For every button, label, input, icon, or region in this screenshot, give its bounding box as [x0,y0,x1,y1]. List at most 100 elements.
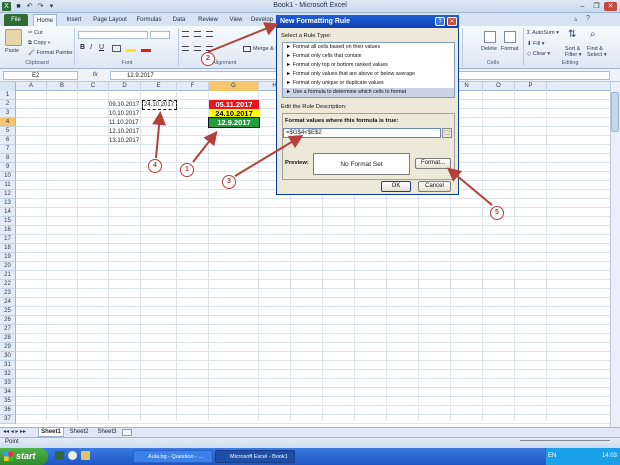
row-header-19[interactable]: 19 [0,253,16,262]
cell-d5[interactable]: 12.10.2017 [109,128,139,136]
ok-button[interactable]: OK [381,181,411,192]
underline-icon[interactable]: U [99,44,104,51]
font-size-combo[interactable] [150,31,170,39]
collapse-dialog-icon[interactable]: ⬚ [442,128,452,138]
merge-icon[interactable] [243,46,251,52]
tab-view[interactable]: View [225,14,247,26]
column-header-g[interactable]: G [209,82,259,91]
row-header-3[interactable]: 3 [0,109,16,118]
row-header-36[interactable]: 36 [0,406,16,415]
cell-d4[interactable]: 11.10.2017 [109,119,139,127]
row-header-11[interactable]: 11 [0,181,16,190]
find-select-button[interactable]: Find & Select ▾ [587,46,609,58]
select-all-corner[interactable] [0,82,16,91]
tab-formulas[interactable]: Formulas [134,14,164,26]
format-button[interactable]: Format [501,46,518,52]
row-header-37[interactable]: 37 [0,415,16,424]
tab-developer[interactable]: Develop [251,14,277,26]
align-right-icon[interactable] [206,46,213,51]
taskbar-task-chrome[interactable]: Aula.bg - Question - ... [133,450,213,463]
row-header-5[interactable]: 5 [0,127,16,136]
cancel-button[interactable]: Cancel [418,181,451,192]
column-header-c[interactable]: C [78,82,109,91]
minimize-icon[interactable]: – [576,2,589,11]
column-header-p[interactable]: P [515,82,547,91]
row-header-28[interactable]: 28 [0,334,16,343]
column-header-b[interactable]: B [47,82,78,91]
autosum-button[interactable]: Σ AutoSum ▾ [527,30,559,36]
sort-filter-icon[interactable]: ⇅ [568,29,576,40]
cell-d3[interactable]: 10.10.2017 [109,110,139,118]
row-header-29[interactable]: 29 [0,343,16,352]
fill-color-icon[interactable] [126,49,136,52]
row-header-20[interactable]: 20 [0,262,16,271]
close-icon[interactable]: ✕ [604,2,617,11]
ribbon-minimize-icon[interactable]: ▵ [574,15,578,23]
column-header-d[interactable]: D [109,82,141,91]
cell-g2[interactable]: 05.11.2017 [209,100,259,109]
row-header-18[interactable]: 18 [0,244,16,253]
tab-file[interactable]: File [4,14,28,26]
row-header-16[interactable]: 16 [0,226,16,235]
column-header-e[interactable]: E [141,82,177,91]
sheet-tab-2[interactable]: Sheet2 [66,428,92,437]
row-header-23[interactable]: 23 [0,289,16,298]
language-indicator[interactable]: EN [548,453,556,459]
row-header-33[interactable]: 33 [0,379,16,388]
paste-icon[interactable] [5,29,22,46]
find-select-icon[interactable]: ⌕ [590,29,596,40]
align-bottom-icon[interactable] [206,31,213,37]
cell-g3[interactable]: 24.10.2017 [209,109,259,118]
column-header-f[interactable]: F [177,82,209,91]
tab-review[interactable]: Review [195,14,221,26]
dialog-help-button[interactable]: ? [435,17,445,26]
row-header-8[interactable]: 8 [0,154,16,163]
fx-icon[interactable]: fx [93,72,98,78]
sort-filter-button[interactable]: Sort & Filter ▾ [565,46,585,58]
column-header-o[interactable]: O [483,82,515,91]
delete-button[interactable]: Delete [481,46,497,52]
sheet-tab-1[interactable]: Sheet1 [38,428,64,437]
row-header-12[interactable]: 12 [0,190,16,199]
paste-button[interactable]: Paste [5,48,19,54]
align-left-icon[interactable] [182,46,189,51]
row-header-22[interactable]: 22 [0,280,16,289]
tab-insert[interactable]: Insert [62,14,86,26]
row-header-31[interactable]: 31 [0,361,16,370]
rule-type-item[interactable]: ► Format only top or bottom ranked value… [283,61,454,70]
row-header-32[interactable]: 32 [0,370,16,379]
font-name-combo[interactable] [78,31,148,39]
format-dialog-button[interactable]: Format... [415,158,451,169]
row-header-21[interactable]: 21 [0,271,16,280]
row-header-7[interactable]: 7 [0,145,16,154]
row-header-4[interactable]: 4 [0,118,16,127]
row-header-25[interactable]: 25 [0,307,16,316]
delete-cells-icon[interactable] [484,31,496,43]
format-cells-icon[interactable] [504,31,516,43]
align-top-icon[interactable] [182,31,189,37]
cell-d6[interactable]: 13.10.2017 [109,137,139,145]
cell-d2[interactable]: 09.10.2017 [109,101,139,109]
row-header-2[interactable]: 2 [0,100,16,109]
help-icon[interactable]: ? [586,15,590,22]
sheet-nav-icon[interactable]: ◂◂ ◂ ▸ ▸▸ [3,428,26,435]
tab-page-layout[interactable]: Page Layout [91,14,129,26]
row-header-30[interactable]: 30 [0,352,16,361]
rule-type-item[interactable]: ► Format only cells that contain [283,52,454,61]
row-header-17[interactable]: 17 [0,235,16,244]
row-header-35[interactable]: 35 [0,397,16,406]
row-header-9[interactable]: 9 [0,163,16,172]
row-header-10[interactable]: 10 [0,172,16,181]
name-box[interactable]: E2 [3,71,78,80]
rule-type-item[interactable]: ► Format all cells based on their values [283,43,454,52]
rule-type-item[interactable]: ► Use a formula to determine which cells… [283,88,454,97]
row-header-1[interactable]: 1 [0,91,16,100]
rule-type-item[interactable]: ► Format only values that are above or b… [283,70,454,79]
cut-button[interactable]: ✂ Cut [28,30,43,36]
insert-sheet-icon[interactable] [122,429,132,436]
zoom-slider[interactable] [520,440,610,445]
bold-icon[interactable]: B [80,44,85,51]
copy-button[interactable]: ⧉ Copy ▾ [28,40,50,47]
cell-e2[interactable]: 24.10.2017 [144,101,174,109]
row-header-26[interactable]: 26 [0,316,16,325]
